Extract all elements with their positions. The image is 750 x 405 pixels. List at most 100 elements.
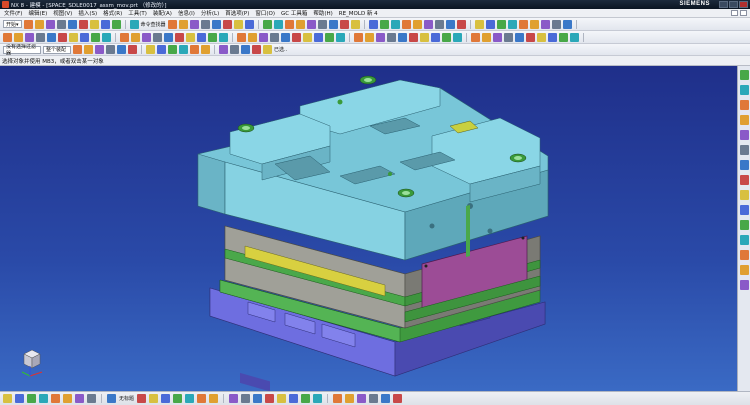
select-icon[interactable] xyxy=(73,45,82,54)
palette-icon[interactable] xyxy=(739,280,749,290)
mirror-icon[interactable] xyxy=(409,32,418,42)
bom-icon[interactable] xyxy=(248,32,257,42)
print-icon[interactable] xyxy=(526,32,535,42)
paste-icon[interactable] xyxy=(78,19,88,29)
redo-icon[interactable] xyxy=(111,19,121,29)
menu-item[interactable]: 装配(A) xyxy=(153,9,172,17)
part-navigator-icon[interactable] xyxy=(739,100,749,110)
assembly-icon[interactable] xyxy=(325,32,334,42)
shell-icon[interactable] xyxy=(485,19,495,29)
menu-item[interactable]: 工具(T) xyxy=(128,9,147,17)
slider-icon[interactable] xyxy=(153,32,162,42)
scope-dropdown[interactable]: 整个装配 xyxy=(43,45,71,54)
revolve-icon[interactable] xyxy=(434,19,444,29)
unite-icon[interactable] xyxy=(529,19,539,29)
line-icon[interactable] xyxy=(339,19,349,29)
copy-icon[interactable] xyxy=(67,19,77,29)
subtract-icon[interactable] xyxy=(540,19,550,29)
snap-end-icon[interactable] xyxy=(157,45,166,54)
hole-table-icon[interactable] xyxy=(270,32,279,42)
csys-icon[interactable] xyxy=(401,19,411,29)
drawing-icon[interactable] xyxy=(259,32,268,42)
runner-icon[interactable] xyxy=(186,32,195,42)
shrink-icon[interactable] xyxy=(47,32,56,42)
note-icon[interactable] xyxy=(265,394,275,403)
gate-icon[interactable] xyxy=(175,32,184,42)
explode-icon[interactable] xyxy=(354,32,363,42)
type-filter-dropdown[interactable]: 没有选择过滤器 xyxy=(3,44,41,55)
delete-icon[interactable] xyxy=(89,19,99,29)
rotate-icon[interactable] xyxy=(381,394,391,403)
help-icon[interactable] xyxy=(562,19,572,29)
snap-point-icon[interactable] xyxy=(201,45,210,54)
circle-icon[interactable] xyxy=(350,19,360,29)
menu-item[interactable]: 格式(R) xyxy=(103,9,122,17)
menu-item[interactable]: 首选项(P) xyxy=(225,9,249,17)
plot-icon[interactable] xyxy=(537,32,546,42)
system-scene-icon[interactable] xyxy=(739,220,749,230)
zoom-icon[interactable] xyxy=(189,19,199,29)
constraint-icon[interactable] xyxy=(241,394,251,403)
web-browser-icon[interactable] xyxy=(739,145,749,155)
color-icon[interactable] xyxy=(333,394,343,403)
pattern-icon[interactable] xyxy=(507,19,517,29)
snap-icon[interactable] xyxy=(27,394,36,403)
snap-mid-icon[interactable] xyxy=(168,45,177,54)
start-menu-button[interactable]: 开始▾ xyxy=(3,20,22,28)
part-icon[interactable] xyxy=(25,32,34,42)
undo-icon[interactable] xyxy=(100,19,110,29)
workpiece-icon[interactable] xyxy=(58,32,67,42)
sequence-icon[interactable] xyxy=(453,32,462,42)
open-icon[interactable] xyxy=(34,19,44,29)
parting-icon[interactable] xyxy=(102,32,111,42)
move-icon[interactable] xyxy=(387,32,396,42)
delete-icon[interactable] xyxy=(314,32,323,42)
chamfer-icon[interactable] xyxy=(173,394,183,403)
refresh-icon[interactable] xyxy=(559,32,568,42)
array-icon[interactable] xyxy=(398,32,407,42)
help-icon[interactable] xyxy=(393,394,403,403)
layout-icon[interactable] xyxy=(69,32,78,42)
report-icon[interactable] xyxy=(493,32,502,42)
reuse-library-icon[interactable] xyxy=(739,115,749,125)
reference-icon[interactable] xyxy=(431,32,440,42)
mirror-icon[interactable] xyxy=(209,394,219,403)
import-icon[interactable] xyxy=(515,32,524,42)
window-icon[interactable] xyxy=(167,19,177,29)
wave-icon[interactable] xyxy=(420,32,429,42)
body-icon[interactable] xyxy=(106,45,115,54)
product-icon[interactable] xyxy=(471,32,480,42)
constraint-navigator-icon[interactable] xyxy=(739,85,749,95)
electrode-icon[interactable] xyxy=(208,32,217,42)
edge-icon[interactable] xyxy=(117,45,126,54)
view-icon[interactable] xyxy=(303,32,312,42)
render-icon[interactable] xyxy=(262,19,272,29)
measure-icon[interactable] xyxy=(284,19,294,29)
ejector-icon[interactable] xyxy=(142,32,151,42)
pocket-icon[interactable] xyxy=(237,32,246,42)
weight-icon[interactable] xyxy=(482,32,491,42)
fillet-icon[interactable] xyxy=(161,394,171,403)
circle-icon[interactable] xyxy=(75,394,84,403)
menu-item[interactable]: 插入(S) xyxy=(78,9,97,17)
offset-icon[interactable] xyxy=(149,394,159,403)
mail-icon[interactable] xyxy=(548,32,557,42)
process-studio-icon[interactable] xyxy=(739,190,749,200)
layer-icon[interactable] xyxy=(244,19,254,29)
sketch-icon[interactable] xyxy=(412,19,422,29)
measure-icon[interactable] xyxy=(277,394,287,403)
menu-item[interactable]: 编辑(E) xyxy=(28,9,47,17)
graphics-window[interactable] xyxy=(0,66,737,391)
view-icon[interactable] xyxy=(301,394,311,403)
spline-icon[interactable] xyxy=(137,394,147,403)
constraint-icon[interactable] xyxy=(336,32,345,42)
move-icon[interactable] xyxy=(369,394,379,403)
snap-center-icon[interactable] xyxy=(179,45,188,54)
mold-assembly-model[interactable] xyxy=(0,66,737,391)
rotate-icon[interactable] xyxy=(200,19,210,29)
new-icon[interactable] xyxy=(23,19,33,29)
blend-icon[interactable] xyxy=(456,19,466,29)
snap-quad-icon[interactable] xyxy=(190,45,199,54)
plane-icon[interactable] xyxy=(390,19,400,29)
spline-icon[interactable] xyxy=(379,19,389,29)
